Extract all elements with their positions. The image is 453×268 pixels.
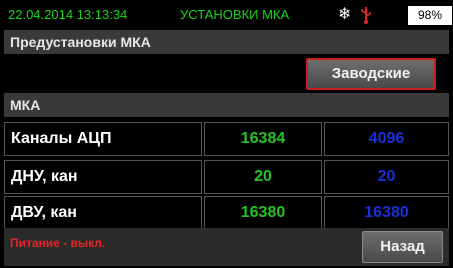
row-label: ДВУ, кан xyxy=(4,196,202,230)
table-row: ДНУ, кан 20 20 xyxy=(4,160,449,194)
value-blue[interactable]: 16380 xyxy=(324,196,449,230)
table-row: Каналы АЦП 16384 4096 xyxy=(4,122,449,156)
row-label: Каналы АЦП xyxy=(4,122,202,156)
table-row: ДВУ, кан 16380 16380 xyxy=(4,196,449,230)
row-label: ДНУ, кан xyxy=(4,160,202,194)
value-green[interactable]: 16384 xyxy=(204,122,322,156)
value-green[interactable]: 16380 xyxy=(204,196,322,230)
value-green[interactable]: 20 xyxy=(204,160,322,194)
screen: 22.04.2014 13:13:34 УСТАНОВКИ МКА ❄ 98% … xyxy=(0,0,453,268)
value-blue[interactable]: 20 xyxy=(324,160,449,194)
battery-indicator: 98% xyxy=(408,6,452,25)
status-title: УСТАНОВКИ МКА xyxy=(180,7,290,22)
status-datetime: 22.04.2014 13:13:34 xyxy=(8,7,128,22)
section-header-presets: Предустановки МКА xyxy=(4,30,449,54)
section-header-mka: МКА xyxy=(4,93,449,117)
value-blue[interactable]: 4096 xyxy=(324,122,449,156)
usb-icon xyxy=(361,7,371,24)
status-bar: 22.04.2014 13:13:34 УСТАНОВКИ МКА ❄ 98% xyxy=(4,3,452,27)
power-status: Питание - выкл. xyxy=(10,236,106,250)
factory-settings-button[interactable]: Заводские xyxy=(306,58,436,90)
snowflake-icon: ❄ xyxy=(338,4,352,23)
back-button[interactable]: Назад xyxy=(362,231,443,263)
